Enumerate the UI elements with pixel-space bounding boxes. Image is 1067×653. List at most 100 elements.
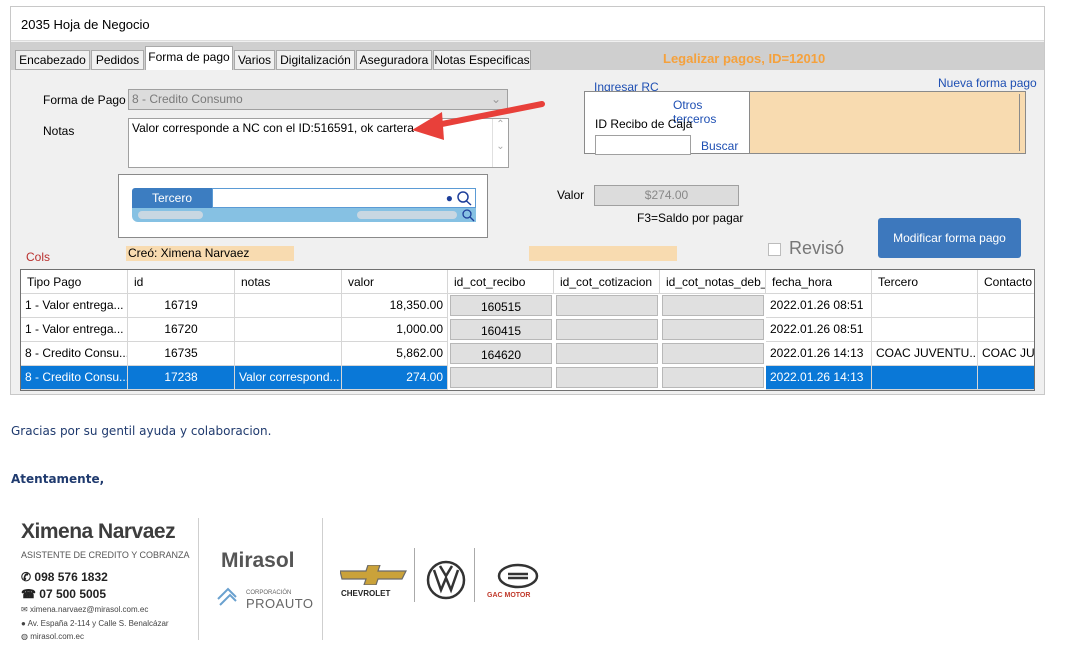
- cell-valor[interactable]: 274.00: [342, 366, 448, 390]
- cell-contacto[interactable]: [978, 318, 1034, 342]
- cell-tercero[interactable]: [872, 366, 978, 390]
- col-tercero[interactable]: Tercero: [872, 270, 978, 294]
- col-valor[interactable]: valor: [342, 270, 448, 294]
- tercero-pill: [138, 211, 203, 219]
- tab-varios[interactable]: Varios: [234, 50, 275, 70]
- tercero-input[interactable]: ●: [212, 188, 476, 208]
- cell-notas-deb[interactable]: [662, 319, 764, 340]
- signature-name: Ximena Narvaez: [21, 520, 176, 543]
- cell-fecha[interactable]: 2022.01.26 14:13: [766, 342, 872, 366]
- nueva-forma-pago-link[interactable]: Nueva forma pago: [938, 76, 1037, 90]
- cell-notas[interactable]: [235, 318, 342, 342]
- tercero-search-panel: Tercero ●: [118, 174, 488, 238]
- recibo-caja-panel: Otros terceros ID Recibo de Caja Buscar: [584, 91, 1026, 155]
- globe-icon: ◍: [21, 632, 31, 641]
- search-icon[interactable]: [456, 191, 472, 206]
- cell-id[interactable]: 17238: [128, 366, 235, 390]
- search-small-icon[interactable]: [461, 208, 475, 222]
- cell-contacto[interactable]: COAC JU: [978, 342, 1034, 366]
- cell-fecha[interactable]: 2022.01.26 08:51: [766, 318, 872, 342]
- cell-tercero[interactable]: [872, 318, 978, 342]
- cell-tercero[interactable]: COAC JUVENTU...: [872, 342, 978, 366]
- creo-text: Creó: Ximena Narvaez: [128, 246, 250, 260]
- buscar-link[interactable]: Buscar: [701, 139, 738, 153]
- cell-recibo[interactable]: 160415: [450, 319, 552, 340]
- valor-label: Valor: [557, 188, 585, 202]
- col-contacto[interactable]: Contacto: [978, 270, 1034, 294]
- cell-valor[interactable]: 18,350.00: [342, 294, 448, 318]
- cell-cotizacion[interactable]: [556, 343, 658, 364]
- tab-aseguradora[interactable]: Aseguradora: [356, 50, 432, 70]
- cell-tipo[interactable]: 8 - Credito Consu...: [21, 342, 128, 366]
- cell-cotizacion[interactable]: [556, 319, 658, 340]
- phone2-text: 07 500 5005: [39, 587, 107, 601]
- cell-fecha[interactable]: 2022.01.26 14:13: [766, 366, 872, 390]
- col-id[interactable]: id: [128, 270, 235, 294]
- gac-logo-icon: [497, 563, 539, 589]
- logo-divider-1: [414, 548, 415, 602]
- logo-divider-2: [474, 548, 475, 602]
- cell-contacto[interactable]: [978, 366, 1034, 390]
- cell-id[interactable]: 16719: [128, 294, 235, 318]
- cell-notas-deb[interactable]: [662, 295, 764, 316]
- email-row: ✉ ximena.narvaez@mirasol.com.ec: [21, 605, 148, 614]
- id-recibo-input[interactable]: [595, 135, 691, 155]
- sig-divider: [198, 518, 199, 640]
- address-text: Av. España 2-114 y Calle S. Benalcázar: [27, 619, 169, 628]
- window-title: 2035 Hoja de Negocio: [21, 17, 150, 32]
- cell-notas-deb[interactable]: [662, 343, 764, 364]
- tab-encabezado[interactable]: Encabezado: [15, 50, 90, 70]
- cell-notas[interactable]: Valor correspond...: [235, 366, 342, 390]
- cell-cotizacion[interactable]: [556, 295, 658, 316]
- web-text[interactable]: mirasol.com.ec: [30, 632, 84, 641]
- cols-label[interactable]: Cols: [26, 250, 50, 264]
- cell-tipo[interactable]: 1 - Valor entrega...: [21, 318, 128, 342]
- tab-strip: Encabezado Pedidos Forma de pago Varios …: [11, 42, 1044, 70]
- saldo-hint: F3=Saldo por pagar: [637, 211, 744, 225]
- col-id-cot-cotizacion[interactable]: id_cot_cotizacion: [554, 270, 660, 294]
- payments-grid: Tipo Pago id notas valor id_cot_recibo i…: [20, 269, 1035, 391]
- cell-valor[interactable]: 5,862.00: [342, 342, 448, 366]
- cell-recibo[interactable]: 164620: [450, 343, 552, 364]
- web-row: ◍ mirasol.com.ec: [21, 632, 84, 641]
- col-fecha-hora[interactable]: fecha_hora: [766, 270, 872, 294]
- phone-icon: ☎: [21, 587, 40, 601]
- cell-contacto[interactable]: [978, 294, 1034, 318]
- cell-tercero[interactable]: [872, 294, 978, 318]
- email-text[interactable]: ximena.narvaez@mirasol.com.ec: [30, 605, 148, 614]
- proauto-text: PROAUTO: [246, 596, 314, 611]
- cell-notas[interactable]: [235, 342, 342, 366]
- cell-fecha[interactable]: 2022.01.26 08:51: [766, 294, 872, 318]
- cell-notas-deb[interactable]: [662, 367, 764, 388]
- tercero-button[interactable]: Tercero: [132, 188, 212, 208]
- red-arrow-icon: [412, 101, 545, 140]
- forma-pago-value: 8 - Credito Consumo: [132, 92, 243, 106]
- creo-badge: Creó: Ximena Narvaez: [126, 246, 294, 261]
- tab-notas-especificas[interactable]: Notas Especificas: [433, 50, 531, 70]
- cell-notas[interactable]: [235, 294, 342, 318]
- location-icon: ●: [21, 619, 28, 628]
- valor-field[interactable]: $274.00: [594, 185, 739, 206]
- cell-valor[interactable]: 1,000.00: [342, 318, 448, 342]
- tercero-pill-2: [357, 211, 457, 219]
- tercero-secondary-bar[interactable]: [132, 208, 476, 222]
- cell-tipo[interactable]: 1 - Valor entrega...: [21, 294, 128, 318]
- cell-recibo[interactable]: 160515: [450, 295, 552, 316]
- modificar-forma-pago-button[interactable]: Modificar forma pago: [878, 218, 1021, 258]
- dot-icon: ●: [445, 191, 453, 205]
- cell-tipo[interactable]: 8 - Credito Consu...: [21, 366, 128, 390]
- rc-left-panel: Otros terceros ID Recibo de Caja Buscar: [585, 92, 750, 155]
- cell-recibo[interactable]: [450, 367, 552, 388]
- cell-cotizacion[interactable]: [556, 367, 658, 388]
- cell-id[interactable]: 16735: [128, 342, 235, 366]
- col-tipo-pago[interactable]: Tipo Pago: [21, 270, 128, 294]
- tab-digitalizacion[interactable]: Digitalización: [276, 50, 355, 70]
- tab-pedidos[interactable]: Pedidos: [91, 50, 144, 70]
- legalizar-notice: Legalizar pagos, ID=12010: [663, 51, 826, 66]
- col-id-cot-recibo[interactable]: id_cot_recibo: [448, 270, 554, 294]
- col-id-cot-notas-deb[interactable]: id_cot_notas_deb_: [660, 270, 766, 294]
- reviso-checkbox[interactable]: [768, 243, 781, 256]
- cell-id[interactable]: 16720: [128, 318, 235, 342]
- tab-forma-de-pago[interactable]: Forma de pago: [145, 46, 233, 70]
- col-notas[interactable]: notas: [235, 270, 342, 294]
